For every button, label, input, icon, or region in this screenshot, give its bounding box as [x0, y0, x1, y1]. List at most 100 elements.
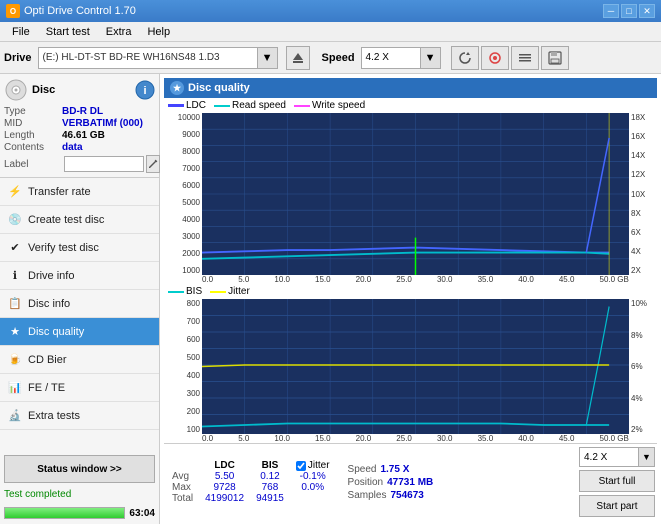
- cd-bier-icon: 🍺: [8, 353, 22, 367]
- position-value: 47731 MB: [387, 477, 433, 488]
- ldc-total: 4199012: [199, 493, 250, 504]
- drive-bar: Drive (E:) HL-DT-ST BD-RE WH16NS48 1.D3 …: [0, 42, 661, 74]
- type-value: BD-R DL: [62, 106, 103, 117]
- nav-drive-info[interactable]: ℹ Drive info: [0, 262, 159, 290]
- ldc-avg: 5.50: [199, 471, 250, 482]
- nav-fe-te-label: FE / TE: [28, 382, 65, 394]
- read-speed-label: Read speed: [232, 100, 286, 111]
- nav-extra-tests[interactable]: 🔬 Extra tests: [0, 402, 159, 430]
- drive-label: Drive: [4, 52, 32, 64]
- disc-info-icon: 📋: [8, 297, 22, 311]
- max-row-label: Max: [166, 482, 199, 493]
- refresh-button[interactable]: [451, 46, 479, 70]
- menu-file[interactable]: File: [4, 24, 38, 40]
- drive-select[interactable]: (E:) HL-DT-ST BD-RE WH16NS48 1.D3: [38, 47, 258, 69]
- speed-select-arrow[interactable]: ▼: [421, 47, 441, 69]
- menu-start-test[interactable]: Start test: [38, 24, 98, 40]
- bis-label: BIS: [186, 286, 202, 297]
- close-button[interactable]: ✕: [639, 4, 655, 18]
- settings-button[interactable]: [511, 46, 539, 70]
- nav-disc-info-label: Disc info: [28, 298, 70, 310]
- disc-icon: [4, 78, 28, 102]
- score-value: 63:04: [129, 508, 155, 519]
- speed-select[interactable]: 4.2 X: [361, 47, 421, 69]
- ldc-col-header: LDC: [199, 460, 250, 471]
- nav-fe-te[interactable]: 📊 FE / TE: [0, 374, 159, 402]
- nav-verify-test-disc[interactable]: ✔ Verify test disc: [0, 234, 159, 262]
- jitter-check-row: Jitter: [296, 460, 330, 471]
- write-speed-color: [294, 105, 310, 107]
- right-controls-panel: 4.2 X ▼ Start full Start part: [579, 447, 655, 517]
- eject-button[interactable]: [286, 46, 310, 70]
- upper-y-labels: 1000090008000700060005000400030002000100…: [164, 113, 202, 275]
- menu-extra[interactable]: Extra: [98, 24, 140, 40]
- status-window-button[interactable]: Status window >>: [4, 455, 155, 483]
- bis-max: 768: [250, 482, 290, 493]
- bis-col-header: BIS: [250, 460, 290, 471]
- speed-selector[interactable]: 4.2 X: [579, 447, 639, 467]
- legend-ldc: LDC: [168, 100, 206, 111]
- nav-transfer-rate[interactable]: ⚡ Transfer rate: [0, 178, 159, 206]
- progress-bar-wrap: [4, 507, 125, 519]
- speed-stat-value: 1.75 X: [380, 464, 409, 475]
- jitter-checkbox[interactable]: [296, 461, 306, 471]
- nav-transfer-rate-label: Transfer rate: [28, 186, 91, 198]
- mid-label: MID: [4, 118, 62, 129]
- minimize-button[interactable]: ─: [603, 4, 619, 18]
- jitter-label: Jitter: [228, 286, 250, 297]
- start-part-button[interactable]: Start part: [579, 495, 655, 517]
- mid-value: VERBATIMf (000): [62, 118, 143, 129]
- samples-label: Samples: [348, 490, 387, 501]
- verify-test-disc-icon: ✔: [8, 241, 22, 255]
- nav-extra-tests-label: Extra tests: [28, 410, 80, 422]
- speed-selector-value: 4.2 X: [584, 452, 607, 463]
- jitter-avg: -0.1%: [290, 471, 336, 482]
- jitter-max: 0.0%: [290, 482, 336, 493]
- disc-quality-icon: ★: [8, 325, 22, 339]
- nav-disc-quality[interactable]: ★ Disc quality: [0, 318, 159, 346]
- label-edit-button[interactable]: [146, 155, 160, 173]
- menu-help[interactable]: Help: [139, 24, 178, 40]
- nav-disc-quality-label: Disc quality: [28, 326, 84, 338]
- length-label: Length: [4, 130, 62, 141]
- upper-chart-svg: [202, 113, 629, 275]
- stats-row: LDC BIS Jitter Avg 5.50 0.12 -0.1%: [164, 443, 657, 520]
- label-input[interactable]: [64, 156, 144, 172]
- legend-write-speed: Write speed: [294, 100, 365, 111]
- upper-chart-container: 1000090008000700060005000400030002000100…: [164, 113, 657, 275]
- nav-verify-test-disc-label: Verify test disc: [28, 242, 99, 254]
- legend-bis: BIS: [168, 286, 202, 297]
- write-speed-label: Write speed: [312, 100, 365, 111]
- lower-x-labels: 0.05.010.015.020.025.030.035.040.045.050…: [202, 434, 629, 443]
- nav-disc-info[interactable]: 📋 Disc info: [0, 290, 159, 318]
- title-bar-controls: ─ □ ✕: [603, 4, 655, 18]
- sidebar: Disc i Type BD-R DL MID VERBATIMf (000) …: [0, 74, 160, 524]
- nav-create-test-disc[interactable]: 💿 Create test disc: [0, 206, 159, 234]
- chart-title: Disc quality: [188, 82, 250, 94]
- save-button[interactable]: [541, 46, 569, 70]
- maximize-button[interactable]: □: [621, 4, 637, 18]
- nav-cd-bier[interactable]: 🍺 CD Bier: [0, 346, 159, 374]
- drive-select-arrow[interactable]: ▼: [258, 47, 278, 69]
- create-test-disc-icon: 💿: [8, 213, 22, 227]
- bottom-status-text: Test completed: [0, 487, 159, 502]
- chart-icon: ★: [170, 81, 184, 95]
- chart-title-bar: ★ Disc quality: [164, 78, 657, 98]
- burn-button[interactable]: [481, 46, 509, 70]
- disc-contents-row: Contents data: [4, 142, 155, 153]
- nav-drive-info-label: Drive info: [28, 270, 74, 282]
- length-value: 46.61 GB: [62, 130, 105, 141]
- upper-y-right-labels: 18X16X14X12X10X8X6X4X2X: [629, 113, 657, 275]
- contents-value: data: [62, 142, 83, 153]
- samples-row: Samples 754673: [348, 490, 434, 501]
- start-full-button[interactable]: Start full: [579, 470, 655, 492]
- title-bar: O Opti Drive Control 1.70 ─ □ ✕: [0, 0, 661, 22]
- main-content: Disc i Type BD-R DL MID VERBATIMf (000) …: [0, 74, 661, 524]
- legend-read-speed: Read speed: [214, 100, 286, 111]
- upper-legend: LDC Read speed Write speed: [164, 98, 657, 113]
- avg-row-label: Avg: [166, 471, 199, 482]
- menu-bar: File Start test Extra Help: [0, 22, 661, 42]
- lower-legend: BIS Jitter: [164, 284, 657, 299]
- total-row-label: Total: [166, 493, 199, 504]
- speed-selector-arrow[interactable]: ▼: [639, 447, 655, 467]
